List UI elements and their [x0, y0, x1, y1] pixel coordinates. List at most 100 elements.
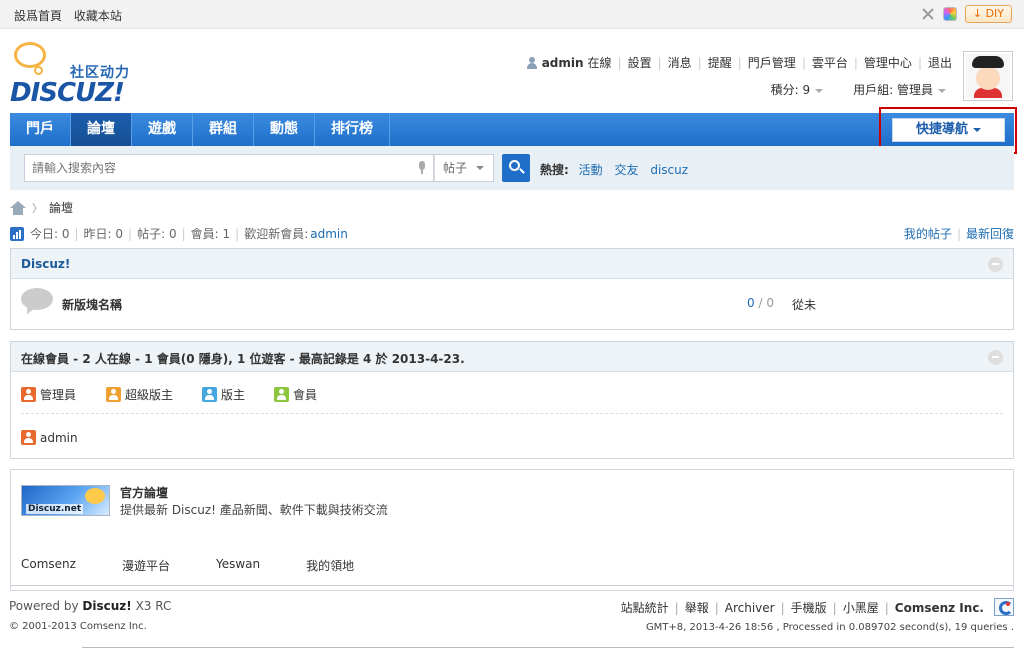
online-user-item[interactable]: admin	[21, 430, 78, 445]
site-stats-link[interactable]: 站點統計	[621, 599, 669, 616]
diy-button[interactable]: ↓ DIY	[964, 5, 1012, 23]
nav-item-rankings[interactable]: 排行榜	[315, 113, 390, 146]
forum-stats: 今日: 0 | 昨日: 0 | 帖子: 0 | 會員: 1 | 歡迎新會員: a…	[10, 225, 348, 242]
divider: |	[74, 226, 79, 241]
hot-search-term[interactable]: 交友	[614, 163, 638, 177]
expand-icon[interactable]	[921, 7, 935, 21]
hot-search-term[interactable]: discuz	[650, 163, 688, 177]
divider: |	[617, 55, 622, 70]
portal-admin-link[interactable]: 門戶管理	[748, 54, 796, 71]
legend-label: 版主	[221, 388, 246, 402]
divider: |	[714, 600, 719, 615]
powered-brand-link[interactable]: Discuz!	[82, 599, 131, 613]
forum-group-panel: Discuz! 新版塊名稱 0 / 0 從未	[10, 248, 1014, 330]
forum-row: 新版塊名稱 0 / 0 從未	[11, 279, 1013, 327]
online-user-name[interactable]: admin	[40, 431, 78, 445]
user-group-menu[interactable]: 用戶組: 管理員	[853, 81, 946, 98]
quick-nav-button[interactable]: 快捷導航	[892, 118, 1005, 142]
chevron-down-icon	[476, 166, 484, 170]
online-status[interactable]: 在線	[588, 54, 612, 71]
archiver-link[interactable]: Archiver	[725, 601, 775, 615]
forum-group-title[interactable]: Discuz!	[21, 257, 70, 271]
text-link[interactable]: 漫遊平台	[122, 557, 170, 574]
bottom-divider	[82, 647, 1014, 648]
set-homepage-link[interactable]: 設爲首頁	[14, 9, 62, 23]
divider: |	[697, 55, 702, 70]
hot-search-label: 熱搜:	[540, 163, 569, 177]
nav-items: 門戶 論壇 遊戲 群組 動態 排行榜	[10, 113, 1014, 146]
nav-item-groups[interactable]: 群組	[193, 113, 254, 146]
search-button[interactable]	[502, 154, 530, 182]
blacklist-link[interactable]: 小黑屋	[843, 599, 879, 616]
divider: |	[853, 55, 858, 70]
cloud-platform-link[interactable]: 雲平台	[812, 54, 848, 71]
divider: |	[956, 227, 961, 241]
online-title[interactable]: 在線會員 - 2 人在線 - 1 會員(0 隱身), 1 位遊客 - 最高記錄是…	[21, 350, 465, 367]
hot-search-term[interactable]: 活動	[579, 163, 603, 177]
username-link[interactable]: admin	[542, 56, 584, 70]
stat-today: 今日: 0	[30, 227, 70, 241]
super-moderator-user-icon	[106, 387, 121, 402]
online-members-panel: 在線會員 - 2 人在線 - 1 會員(0 隱身), 1 位遊客 - 最高記錄是…	[10, 341, 1014, 459]
discuz-banner-image[interactable]: Discuz.net	[21, 485, 110, 516]
divider: |	[657, 55, 662, 70]
avatar-face	[976, 66, 1000, 90]
nav-item-activity[interactable]: 動態	[254, 113, 315, 146]
nav-item-portal[interactable]: 門戶	[10, 113, 71, 146]
breadcrumb-separator: 〉	[32, 201, 43, 215]
top-bar: 設爲首頁 收藏本站 ↓ DIY	[0, 0, 1024, 29]
search-input[interactable]	[24, 154, 434, 182]
reminders-link[interactable]: 提醒	[708, 54, 732, 71]
company-link[interactable]: Comsenz Inc.	[895, 601, 984, 615]
nav-item-forum[interactable]: 論壇	[71, 113, 132, 146]
nav-item-games[interactable]: 遊戲	[132, 113, 193, 146]
friend-links-panel: Discuz.net 官方論壇 提供最新 Discuz! 產品新聞、軟件下載與技…	[10, 469, 1014, 591]
home-icon[interactable]	[10, 200, 26, 215]
copyright: © 2001-2013 Comsenz Inc.	[9, 621, 147, 632]
member-user-icon	[274, 387, 289, 402]
site-logo[interactable]: 社区动力 DISCUZ!	[10, 40, 150, 110]
microphone-icon[interactable]	[418, 161, 426, 174]
stats-badge-icon[interactable]	[994, 598, 1014, 616]
avatar-hair	[972, 56, 1004, 68]
text-link[interactable]: Comsenz	[21, 557, 76, 574]
breadcrumb-current[interactable]: 論壇	[49, 199, 73, 216]
points-menu[interactable]: 積分: 9	[771, 81, 824, 98]
my-posts-link[interactable]: 我的帖子	[904, 227, 952, 241]
latest-replies-link[interactable]: 最新回復	[966, 227, 1014, 241]
bookmark-site-link[interactable]: 收藏本站	[74, 9, 122, 23]
mobile-link[interactable]: 手機版	[791, 599, 827, 616]
top-tools: ↓ DIY	[921, 5, 1012, 23]
legend-super-moderator: 超級版主	[106, 386, 173, 403]
forum-last-post: 從未	[792, 298, 817, 312]
points-label: 積分: 9	[770, 83, 811, 97]
official-forum-link[interactable]: 官方論壇	[120, 484, 168, 501]
report-link[interactable]: 舉報	[685, 599, 709, 616]
processed-info: GMT+8, 2013-4-26 18:56 , Processed in 0.…	[645, 622, 1014, 633]
settings-link[interactable]: 設置	[628, 54, 652, 71]
logout-link[interactable]: 退出	[928, 54, 952, 71]
text-link[interactable]: Yeswan	[216, 557, 260, 574]
search-type-select[interactable]: 帖子	[434, 154, 494, 182]
admin-center-link[interactable]: 管理中心	[864, 54, 912, 71]
newest-member-link[interactable]: admin	[310, 227, 348, 241]
user-icon	[526, 56, 538, 69]
collapse-icon[interactable]	[988, 257, 1003, 272]
diy-label: DIY	[985, 7, 1004, 20]
messages-link[interactable]: 消息	[668, 54, 692, 71]
color-theme-icon[interactable]	[942, 7, 957, 21]
avatar[interactable]	[963, 51, 1013, 101]
chevron-down-icon	[815, 88, 824, 93]
logo-bubble-icon	[14, 42, 46, 68]
divider: |	[128, 226, 133, 241]
collapse-icon[interactable]	[988, 350, 1003, 365]
legend-member: 會員	[274, 386, 317, 403]
chevron-down-icon	[973, 127, 981, 132]
forum-name-link[interactable]: 新版塊名稱	[62, 296, 122, 313]
quick-nav-label: 快捷導航	[915, 122, 968, 137]
banner-text: Discuz.net	[26, 504, 84, 514]
user-links: admin 在線 | 設置 | 消息 | 提醒 | 門戶管理 | 雲平台 | 管…	[526, 54, 952, 71]
search-bar: 帖子 熱搜: 活動 交友 discuz	[10, 146, 1014, 190]
text-link[interactable]: 我的領地	[306, 557, 354, 574]
breadcrumb: 〉 論壇	[10, 199, 73, 216]
